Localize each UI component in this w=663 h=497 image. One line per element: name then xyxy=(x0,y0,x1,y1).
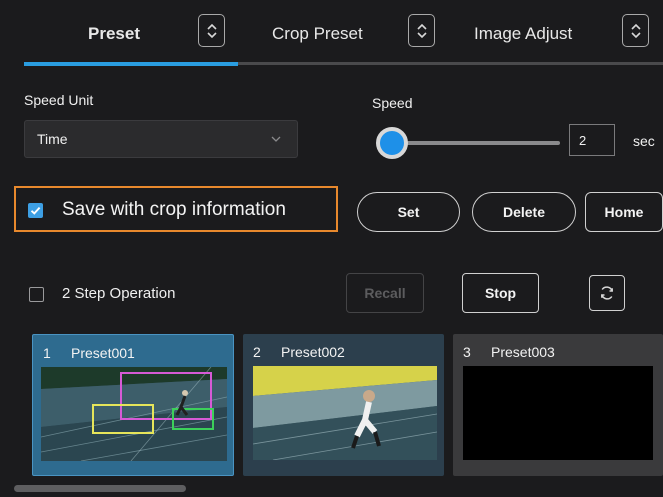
preset-card-header: 2 Preset002 xyxy=(253,344,345,360)
checkmark-icon xyxy=(30,206,41,215)
preset-card-header: 3 Preset003 xyxy=(463,344,555,360)
preset-number: 2 xyxy=(253,344,261,360)
chevron-down-icon xyxy=(271,136,281,142)
speed-unit-value: Time xyxy=(37,131,68,147)
tab-preset-label: Preset xyxy=(88,24,140,43)
home-button[interactable]: Home xyxy=(585,192,663,232)
delete-button[interactable]: Delete xyxy=(472,192,576,232)
tab-bar: Preset Crop Preset Image Adjust xyxy=(0,8,663,66)
up-down-spinner-icon xyxy=(416,23,427,38)
preset-spinner-button[interactable] xyxy=(198,14,225,47)
up-down-spinner-icon xyxy=(630,23,641,38)
preset-card-2[interactable]: 2 Preset002 xyxy=(243,334,444,476)
speed-label: Speed xyxy=(372,95,413,111)
tab-crop-preset[interactable]: Crop Preset xyxy=(272,18,363,50)
preset-card-1[interactable]: 1 Preset001 xyxy=(32,334,234,476)
preset-thumbnail-image xyxy=(41,367,227,461)
tab-image-adjust-label: Image Adjust xyxy=(474,24,573,43)
preset-name: Preset003 xyxy=(491,344,555,360)
tab-image-adjust[interactable]: Image Adjust xyxy=(474,18,572,50)
preset-thumbnail-empty xyxy=(463,366,653,460)
speed-value-input[interactable]: 2 xyxy=(569,124,615,156)
preset-name: Preset001 xyxy=(71,345,135,361)
two-step-checkbox[interactable] xyxy=(29,287,44,302)
speed-unit-select[interactable]: Time xyxy=(24,120,298,158)
preset-panel: Preset Crop Preset Image Adjust Speed Un… xyxy=(0,0,663,497)
save-crop-label: Save with crop information xyxy=(62,199,286,220)
tab-active-indicator xyxy=(24,62,238,66)
up-down-spinner-icon xyxy=(206,23,217,38)
set-button[interactable]: Set xyxy=(357,192,460,232)
recall-button[interactable]: Recall xyxy=(346,273,424,313)
tab-crop-preset-label: Crop Preset xyxy=(272,24,363,43)
crop-preset-spinner-button[interactable] xyxy=(408,14,435,47)
save-crop-checkbox[interactable] xyxy=(28,203,43,218)
preset-card-header: 1 Preset001 xyxy=(43,345,135,361)
preset-thumbnail-image xyxy=(253,366,437,460)
refresh-button[interactable] xyxy=(589,275,625,311)
preset-card-3[interactable]: 3 Preset003 xyxy=(453,334,663,476)
image-adjust-spinner-button[interactable] xyxy=(622,14,649,47)
speed-slider-thumb[interactable] xyxy=(376,127,408,159)
two-step-label: 2 Step Operation xyxy=(62,285,176,302)
refresh-icon xyxy=(601,286,613,300)
preset-number: 1 xyxy=(43,345,51,361)
speed-unit-label: Speed Unit xyxy=(24,92,94,108)
speed-slider-track[interactable] xyxy=(392,141,560,145)
horizontal-scrollbar[interactable] xyxy=(14,485,186,492)
speed-unit-suffix: sec xyxy=(633,133,655,149)
preset-name: Preset002 xyxy=(281,344,345,360)
stop-button[interactable]: Stop xyxy=(462,273,539,313)
tab-preset[interactable]: Preset xyxy=(88,18,140,50)
preset-number: 3 xyxy=(463,344,471,360)
